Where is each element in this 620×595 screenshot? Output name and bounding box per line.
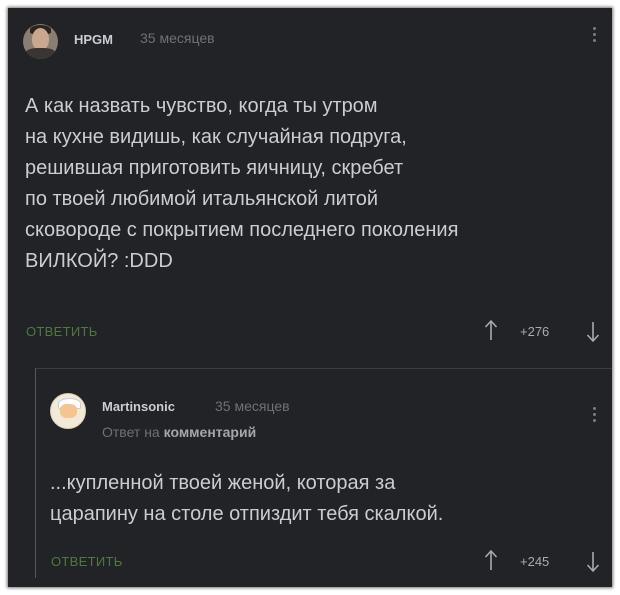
reply-to-prefix: Ответ на <box>102 424 160 440</box>
thread-separator <box>35 368 612 369</box>
comment-score: +276 <box>520 324 550 339</box>
reply-user-avatar[interactable] <box>50 393 86 429</box>
avatar-body <box>25 48 56 59</box>
reply-upvote-arrow-icon[interactable] <box>484 549 498 571</box>
comment-line: решившая приготовить яичницу, скребет <box>25 157 404 179</box>
reply-downvote-arrow-icon[interactable] <box>586 551 600 573</box>
downvote-arrow-icon[interactable] <box>586 321 600 343</box>
reply-text: ...купленной твоей женой, которая за цар… <box>50 468 443 530</box>
reply-score: +245 <box>520 554 550 569</box>
reply-line: ...купленной твоей женой, которая за <box>50 472 396 494</box>
comment-line: ВИЛКОЙ? :DDD <box>25 250 173 272</box>
reply-author[interactable]: Martinsonic <box>102 399 175 414</box>
user-avatar[interactable] <box>23 24 58 59</box>
thread-line <box>35 368 36 578</box>
avatar-face <box>60 404 77 418</box>
comment-card: HPGM 35 месяцев А как назвать чувство, к… <box>8 8 612 587</box>
comment-line: по твоей любимой итальянской литой <box>25 188 379 210</box>
reply-to-line: Ответ на комментарий <box>102 424 256 440</box>
comment-line: на кухне видишь, как случайная подруга, <box>25 126 407 148</box>
reply-button[interactable]: ОТВЕТИТЬ <box>26 324 98 339</box>
reply-menu-icon[interactable] <box>593 407 597 425</box>
reply-to-link[interactable]: комментарий <box>164 424 257 440</box>
avatar-face <box>32 28 49 50</box>
reply-time: 35 месяцев <box>215 398 290 414</box>
reply-reply-button[interactable]: ОТВЕТИТЬ <box>51 554 123 569</box>
upvote-arrow-icon[interactable] <box>484 319 498 341</box>
comment-author[interactable]: HPGM <box>74 32 113 47</box>
comment-text: А как назвать чувство, когда ты утром на… <box>25 91 458 277</box>
comment-time: 35 месяцев <box>140 30 215 46</box>
comment-line: сковороде с покрытием последнего поколен… <box>25 219 459 241</box>
comment-line: А как назвать чувство, когда ты утром <box>25 95 378 117</box>
comment-menu-icon[interactable] <box>593 27 597 45</box>
reply-line: царапину на столе отпиздит тебя скалкой. <box>50 503 444 525</box>
